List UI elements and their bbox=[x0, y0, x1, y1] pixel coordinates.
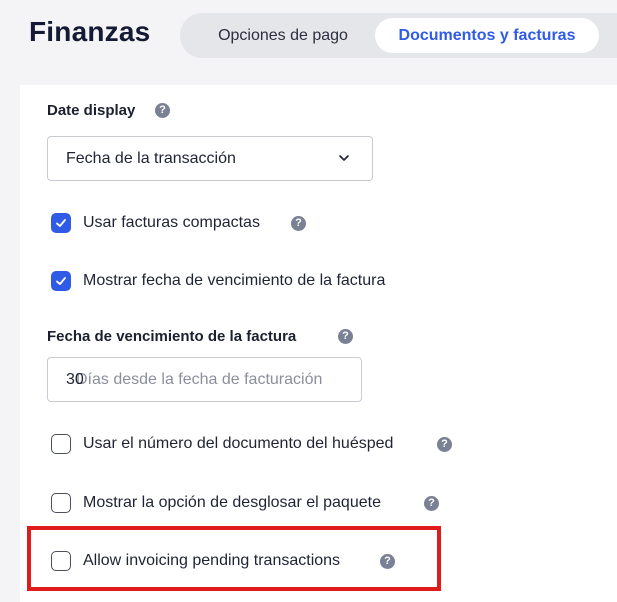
settings-panel: Date display ? Fecha de la transacción U… bbox=[20, 85, 617, 602]
date-display-select[interactable]: Fecha de la transacción bbox=[47, 136, 373, 181]
question-circle-icon[interactable]: ? bbox=[291, 216, 306, 231]
question-circle-icon[interactable]: ? bbox=[338, 329, 353, 344]
show-due-date-label: Mostrar fecha de vencimiento de la factu… bbox=[83, 272, 386, 289]
tab-documents-invoices[interactable]: Documentos y facturas bbox=[375, 18, 599, 53]
package-breakdown-label: Mostrar la opción de desglosar el paquet… bbox=[83, 494, 381, 511]
due-date-label: Fecha de vencimiento de la factura bbox=[47, 328, 297, 345]
guest-document-number-checkbox[interactable] bbox=[51, 434, 71, 454]
question-circle-icon[interactable]: ? bbox=[424, 496, 439, 511]
due-date-value: 30 bbox=[66, 371, 84, 388]
due-date-placeholder: Días desde la fecha de facturación bbox=[76, 371, 323, 388]
compact-invoices-label: Usar facturas compactas bbox=[83, 214, 260, 231]
page-title: Finanzas bbox=[29, 16, 151, 47]
guest-document-number-label: Usar el número del documento del huésped bbox=[83, 435, 394, 452]
checkmark-icon bbox=[56, 277, 66, 285]
tab-payment-options[interactable]: Opciones de pago bbox=[188, 18, 378, 53]
date-display-label: Date display bbox=[47, 102, 136, 119]
show-due-date-checkbox[interactable] bbox=[51, 271, 71, 291]
highlight-box bbox=[27, 526, 441, 591]
header: Finanzas Opciones de pago Documentos y f… bbox=[0, 0, 617, 70]
tab-bar: Opciones de pago Documentos y facturas bbox=[180, 13, 617, 58]
chevron-down-icon bbox=[339, 155, 349, 161]
question-circle-icon[interactable]: ? bbox=[155, 103, 170, 118]
question-circle-icon[interactable]: ? bbox=[437, 437, 452, 452]
date-display-value: Fecha de la transacción bbox=[66, 150, 236, 167]
due-date-days-input[interactable]: Días desde la fecha de facturación 30 bbox=[47, 357, 362, 402]
compact-invoices-checkbox[interactable] bbox=[51, 213, 71, 233]
checkmark-icon bbox=[56, 219, 66, 227]
package-breakdown-checkbox[interactable] bbox=[51, 493, 71, 513]
